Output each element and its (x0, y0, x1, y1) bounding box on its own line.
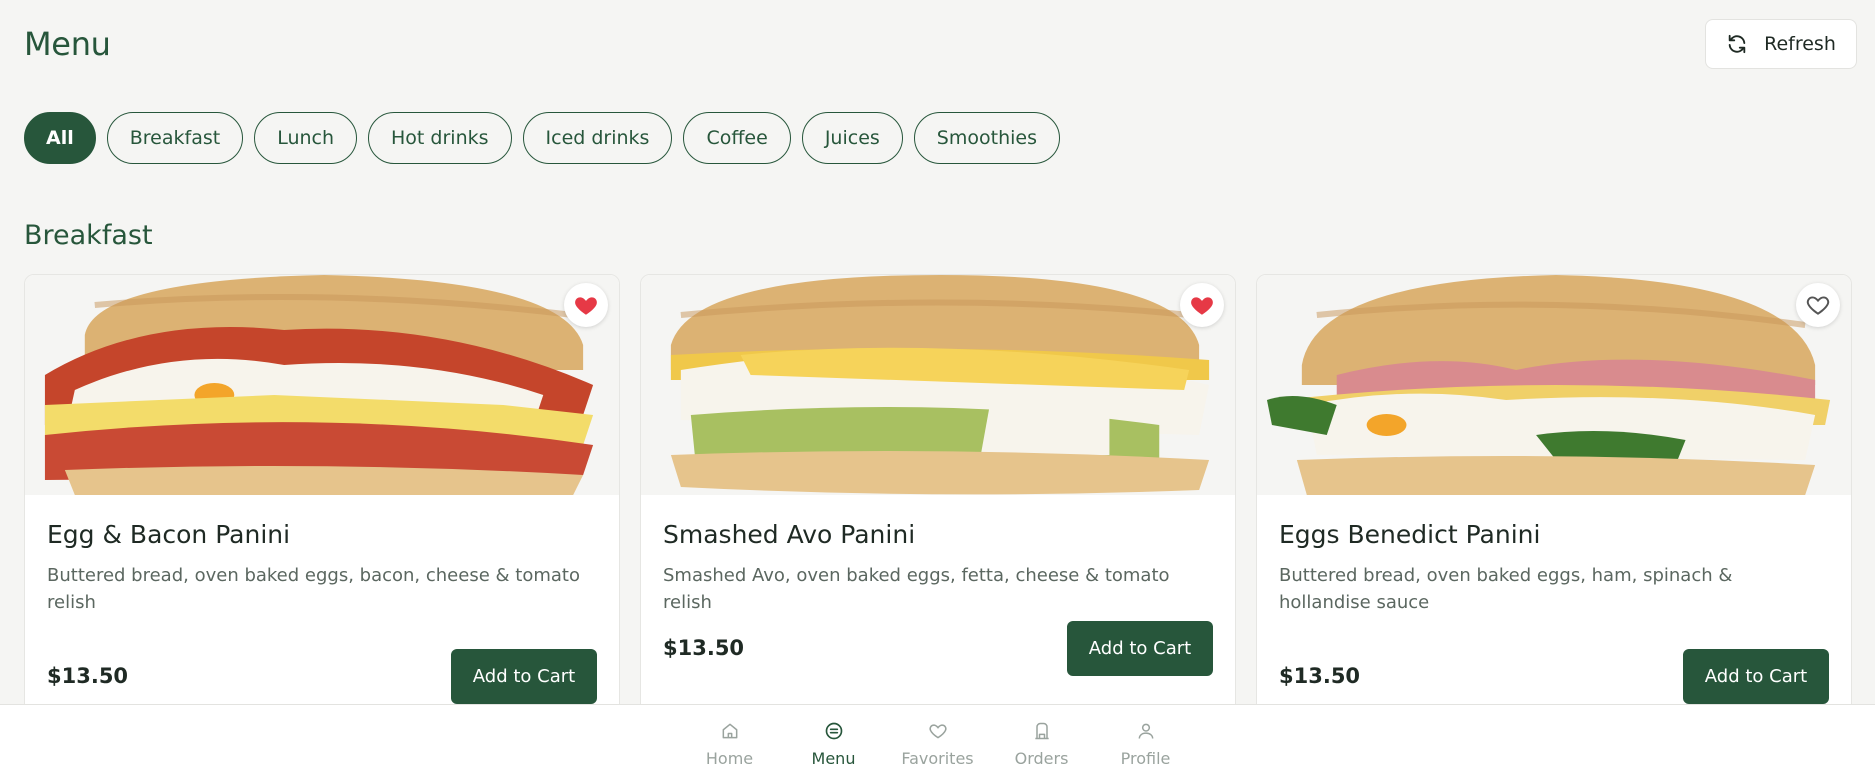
product-price: $13.50 (1279, 664, 1361, 688)
favorite-button[interactable] (1796, 283, 1840, 327)
home-icon (722, 723, 737, 739)
favorite-button[interactable] (1180, 283, 1224, 327)
add-to-cart-button[interactable]: Add to Cart (451, 649, 597, 704)
heart-icon (928, 724, 947, 739)
chip-iced-drinks[interactable]: Iced drinks (522, 112, 673, 164)
add-to-cart-button[interactable]: Add to Cart (1683, 649, 1829, 704)
orders-icon (1034, 722, 1049, 740)
nav-label: Orders (1014, 749, 1069, 768)
nav-favorites[interactable]: Favorites (901, 705, 974, 768)
heart-filled-icon (1191, 297, 1213, 315)
product-price: $13.50 (47, 664, 129, 688)
category-filter: All Breakfast Lunch Hot drinks Iced drin… (24, 112, 1060, 164)
panini-smashed-avo-image (641, 275, 1235, 495)
chip-all[interactable]: All (24, 112, 96, 164)
chip-hot-drinks[interactable]: Hot drinks (368, 112, 512, 164)
nav-label: Favorites (901, 749, 974, 768)
product-price: $13.50 (663, 636, 745, 660)
product-card: Egg & Bacon Panini Buttered bread, oven … (24, 274, 620, 714)
panini-egg-bacon-image (25, 275, 619, 495)
product-card: Eggs Benedict Panini Buttered bread, ove… (1256, 274, 1852, 714)
nav-label: Profile (1120, 749, 1171, 768)
refresh-label: Refresh (1764, 33, 1836, 55)
chip-smoothies[interactable]: Smoothies (913, 112, 1060, 164)
product-description: Smashed Avo, oven baked eggs, fetta, che… (663, 565, 1170, 613)
refresh-button[interactable]: Refresh (1705, 19, 1857, 69)
panini-eggs-benedict-image (1257, 275, 1851, 495)
bottom-nav: Home Menu Favorites Orders Profile (0, 704, 1875, 768)
nav-profile[interactable]: Profile (1113, 705, 1179, 768)
product-card: Smashed Avo Panini Smashed Avo, oven bak… (640, 274, 1236, 714)
add-to-cart-button[interactable]: Add to Cart (1067, 621, 1213, 676)
product-name: Eggs Benedict Panini (1279, 520, 1541, 549)
nav-menu[interactable]: Menu (801, 705, 867, 768)
product-description: Buttered bread, oven baked eggs, ham, sp… (1279, 565, 1733, 613)
menu-icon (825, 722, 842, 740)
nav-label: Menu (811, 749, 856, 768)
section-title: Breakfast (24, 220, 153, 251)
chip-juices[interactable]: Juices (801, 112, 903, 164)
heart-filled-icon (575, 297, 597, 315)
favorite-button[interactable] (564, 283, 608, 327)
nav-label: Home (705, 749, 754, 768)
chip-coffee[interactable]: Coffee (683, 112, 791, 164)
product-description: Buttered bread, oven baked eggs, bacon, … (47, 565, 580, 613)
profile-icon (1138, 723, 1153, 739)
chip-breakfast[interactable]: Breakfast (106, 112, 244, 164)
heart-outline-icon (1806, 296, 1830, 315)
chip-lunch[interactable]: Lunch (254, 112, 358, 164)
nav-orders[interactable]: Orders (1009, 705, 1075, 768)
product-name: Smashed Avo Panini (663, 520, 916, 549)
refresh-icon (1728, 34, 1746, 54)
product-grid: Egg & Bacon Panini Buttered bread, oven … (24, 274, 1852, 714)
nav-home[interactable]: Home (697, 705, 763, 768)
header: Menu Refresh (24, 18, 1857, 70)
product-name: Egg & Bacon Panini (47, 520, 291, 549)
page-title: Menu (24, 25, 111, 63)
